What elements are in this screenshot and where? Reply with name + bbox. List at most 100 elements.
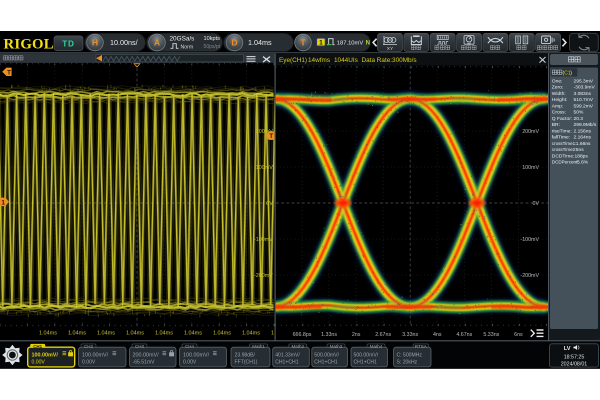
svg-text:401.33mV/: 401.33mV/ [275,353,300,359]
svg-text:1.04ms: 1.04ms [97,331,115,337]
svg-text:TD: TD [62,39,75,48]
svg-text:599.2mV: 599.2mV [574,103,594,109]
svg-text:23.98dB/: 23.98dB/ [235,353,256,359]
svg-text:50%: 50% [574,110,584,116]
svg-text:100mV: 100mV [522,165,539,171]
svg-text:Height:: Height: [552,97,568,103]
svg-text:187.10mV: 187.10mV [337,41,364,47]
svg-text:0.00V: 0.00V [82,360,96,366]
svg-text:100.00mV/: 100.00mV/ [32,353,59,359]
svg-text:Amp:: Amp: [552,103,563,109]
svg-text:H: H [92,37,98,47]
svg-text:Math3: Math3 [330,344,343,349]
svg-text:1.04ms: 1.04ms [184,331,202,337]
svg-text:6ns: 6ns [514,332,523,338]
svg-text:-200mV: -200mV [520,273,539,279]
svg-text:-100mV: -100mV [520,237,539,243]
svg-text:crossTime1:: crossTime1: [552,141,577,146]
svg-text:CH2: CH2 [84,344,93,349]
svg-text:50ps/pt: 50ps/pt [204,44,221,50]
svg-text:295.3mV: 295.3mV [574,79,594,85]
svg-text:1: 1 [1,199,5,206]
svg-text:riseTime:: riseTime: [552,128,572,134]
svg-text:1.04ms: 1.04ms [39,331,57,337]
svg-text:Math1: Math1 [252,344,265,349]
svg-text:18:57:25: 18:57:25 [564,354,585,360]
svg-text:2024/08/01: 2024/08/01 [561,361,588,367]
svg-text:2.156ns: 2.156ns [574,128,592,134]
svg-text:1.04ms: 1.04ms [242,331,260,337]
svg-text:188ps: 188ps [575,153,589,159]
svg-text:CH1+CH1: CH1+CH1 [354,360,378,366]
svg-text:Q Factor:: Q Factor: [552,116,572,122]
svg-text:T: T [269,134,273,140]
svg-text:1.04ms: 1.04ms [213,331,231,337]
svg-text:-65.51mV: -65.51mV [133,360,156,366]
svg-text:FFT(CH1): FFT(CH1) [235,360,258,366]
svg-text:CH1: CH1 [33,344,42,349]
svg-text:Data Rate:300Mb/s: Data Rate:300Mb/s [362,57,417,64]
svg-text:-303.9mV: -303.9mV [574,85,596,91]
svg-text:DCDTime:: DCDTime: [552,153,575,159]
svg-text:A: A [154,37,160,47]
svg-text:1.04ms: 1.04ms [126,331,144,337]
svg-text:T: T [300,37,306,47]
svg-text:1.33ns: 1.33ns [321,332,337,338]
svg-text:CH1+CH1: CH1+CH1 [314,360,338,366]
svg-text:One:: One: [552,79,563,85]
svg-text:-200mV: -200mV [254,273,273,279]
svg-text:4.67ns: 4.67ns [456,332,472,338]
svg-text:Cross:: Cross: [552,110,566,116]
svg-text:5.33ns: 5.33ns [483,332,499,338]
svg-text:14wfms: 14wfms [308,57,330,64]
svg-text:DCDPercent:: DCDPercent: [552,160,579,165]
svg-text:4ns: 4ns [433,332,442,338]
svg-text:D: D [231,37,237,47]
svg-text:2.67ns: 2.67ns [375,332,391,338]
svg-text:0V: 0V [266,201,273,207]
svg-text:CH1+CH1: CH1+CH1 [275,360,299,366]
svg-text:10kpts: 10kpts [204,36,221,42]
svg-text:RIGOL: RIGOL [4,37,54,53]
svg-text:Math2: Math2 [292,344,305,349]
svg-text:666.8ps: 666.8ps [293,332,312,338]
svg-text:1.04ms: 1.04ms [155,331,173,337]
svg-text:LV: LV [564,346,571,352]
svg-text:Norm: Norm [181,45,194,51]
svg-text:1044UIs: 1044UIs [334,57,358,64]
svg-text:Math4: Math4 [370,344,383,349]
svg-text:200mV: 200mV [256,129,273,135]
svg-text:100.00mV/: 100.00mV/ [183,353,210,359]
svg-text:0.00V: 0.00V [32,360,46,366]
svg-text:200.00mV/: 200.00mV/ [133,353,160,359]
svg-text:1.66ns: 1.66ns [576,141,591,147]
svg-text:20GSa/s: 20GSa/s [170,36,195,43]
svg-text:CH4: CH4 [185,344,194,349]
svg-text:Width:: Width: [552,91,566,97]
svg-text:100.00mV/: 100.00mV/ [82,353,109,359]
svg-text:S: 20kHz: S: 20kHz [397,360,418,366]
svg-text:3.083ns: 3.083ns [574,91,592,97]
svg-text:CH3: CH3 [135,344,144,349]
svg-text:1.04ms: 1.04ms [68,331,86,337]
svg-text:100mV: 100mV [256,165,273,171]
svg-text:0.00V: 0.00V [183,360,197,366]
svg-text:5.6%: 5.6% [577,160,589,166]
svg-text:fallTime:: fallTime: [552,135,570,141]
svg-text:0V: 0V [533,201,540,207]
svg-text:1: 1 [319,39,323,46]
svg-text:RTSA: RTSA [415,344,427,349]
svg-text:2ns: 2ns [352,332,361,338]
svg-text:2.164ns: 2.164ns [574,135,592,141]
svg-text:3.33ns: 3.33ns [402,332,418,338]
svg-text:C: 500MHz: C: 500MHz [397,353,423,359]
svg-text:crossTime2:: crossTime2: [552,147,577,152]
svg-text:200mV: 200mV [522,129,539,135]
svg-text:1.04ms: 1.04ms [248,38,272,47]
svg-text:10.00ns/: 10.00ns/ [110,38,138,47]
svg-text:Zero:: Zero: [552,85,563,91]
svg-text:299.9Mb/s: 299.9Mb/s [574,122,597,128]
svg-text:510.7mV: 510.7mV [574,97,594,103]
svg-text:500.00mV/: 500.00mV/ [354,353,379,359]
svg-text:XY: XY [387,46,394,52]
